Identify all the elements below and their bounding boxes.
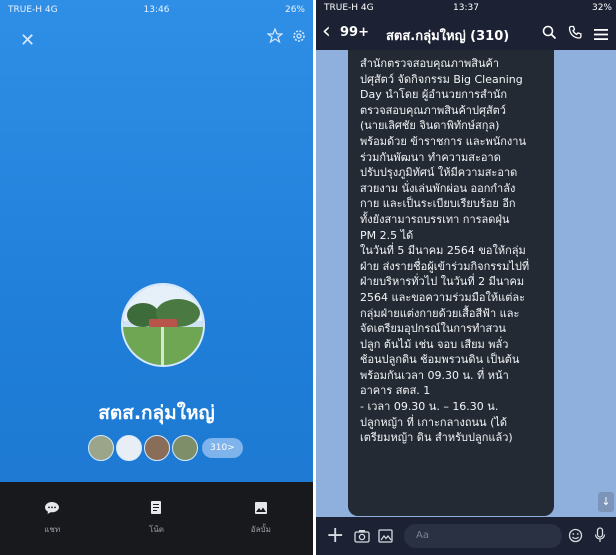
chat-screen: TRUE-H 4G 13:37 32% ‹ 99+ สตส.กลุ่มใหญ่ … bbox=[316, 0, 616, 555]
tab-notes[interactable]: โน้ต bbox=[104, 482, 208, 555]
group-avatar[interactable] bbox=[121, 283, 205, 367]
chat-header: ‹ 99+ สตส.กลุ่มใหญ่ (310) bbox=[316, 16, 616, 50]
chat-bubble-icon bbox=[44, 500, 60, 519]
tab-label: อัลบั้ม bbox=[250, 525, 271, 534]
plus-icon[interactable]: + bbox=[326, 523, 344, 548]
chat-title[interactable]: สตส.กลุ่มใหญ่ (310) bbox=[386, 25, 509, 46]
tab-album[interactable]: อัลบั้ม bbox=[209, 482, 313, 555]
group-profile-screen: TRUE-H 4G 13:46 26% ✕ สตส.กลุ่มใหญ่ 310> bbox=[0, 0, 313, 555]
microphone-icon[interactable] bbox=[594, 527, 606, 547]
camera-icon[interactable] bbox=[354, 528, 370, 547]
message-text: สำนักตรวจสอบคุณภาพสินค้า ปศุสัตว์ จัดกิจ… bbox=[360, 57, 530, 445]
emoji-icon[interactable] bbox=[568, 528, 583, 547]
album-icon bbox=[254, 500, 268, 519]
status-bar: TRUE-H 4G 13:37 32% bbox=[316, 0, 616, 16]
message-input-bar: + Aa bbox=[316, 517, 616, 555]
member-list[interactable]: 310> bbox=[88, 435, 243, 461]
battery-label: 26% bbox=[284, 5, 305, 15]
star-icon[interactable] bbox=[266, 27, 284, 48]
member-avatar[interactable] bbox=[144, 435, 170, 461]
member-avatar[interactable] bbox=[172, 435, 198, 461]
battery-label: 32% bbox=[591, 3, 612, 13]
member-avatar[interactable] bbox=[88, 435, 114, 461]
bottom-tab-bar: แชท โน้ต อัลบั้ม bbox=[0, 482, 313, 555]
message-bubble[interactable]: สำนักตรวจสอบคุณภาพสินค้า ปศุสัตว์ จัดกิจ… bbox=[348, 50, 554, 516]
phone-icon[interactable] bbox=[568, 25, 583, 44]
status-bar: TRUE-H 4G 13:46 26% bbox=[0, 0, 313, 20]
menu-icon[interactable] bbox=[594, 26, 608, 45]
note-icon bbox=[150, 500, 162, 519]
tab-label: แชท bbox=[44, 525, 61, 534]
group-name: สตส.กลุ่มใหญ่ bbox=[98, 402, 215, 424]
tab-chat[interactable]: แชท bbox=[0, 482, 104, 555]
gear-icon[interactable] bbox=[291, 28, 307, 48]
back-chevron-icon[interactable]: ‹ bbox=[322, 20, 331, 44]
image-icon[interactable] bbox=[378, 528, 393, 547]
close-icon[interactable]: ✕ bbox=[20, 30, 35, 51]
scroll-down-icon[interactable]: ↓ bbox=[598, 492, 614, 512]
time-label: 13:46 bbox=[143, 5, 170, 15]
unread-count[interactable]: 99+ bbox=[340, 25, 369, 40]
member-avatar[interactable] bbox=[116, 435, 142, 461]
search-icon[interactable] bbox=[542, 25, 557, 44]
time-label: 13:37 bbox=[453, 3, 479, 13]
member-count-button[interactable]: 310> bbox=[202, 438, 243, 458]
message-input[interactable]: Aa bbox=[404, 524, 562, 548]
tab-label: โน้ต bbox=[149, 525, 164, 534]
